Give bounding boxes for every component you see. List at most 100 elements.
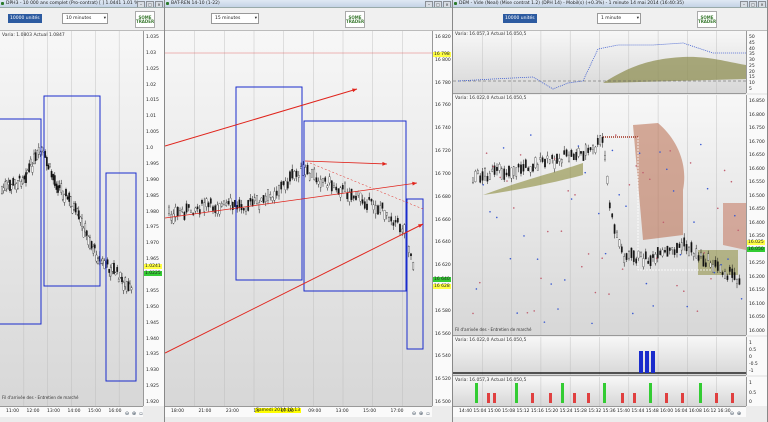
x-tick-label: 16:04: [674, 409, 688, 414]
units-box[interactable]: 10000 unités: [8, 14, 42, 23]
envelope-dot: [666, 168, 668, 171]
maximize-icon[interactable]: □: [434, 1, 442, 7]
histogram-bar: [561, 383, 564, 403]
candle-body: [625, 253, 628, 260]
timeframe-select[interactable]: 10 minutes: [62, 13, 108, 24]
window-title-bar[interactable]: BAT-REN 14-10 (1-22) – □ ×: [165, 0, 452, 8]
timeframe-select[interactable]: 15 minutes: [211, 13, 259, 24]
price-chart-svg: [165, 31, 432, 406]
candle-body: [575, 152, 578, 161]
candle-body: [352, 195, 355, 199]
close-icon[interactable]: ×: [758, 1, 766, 7]
zoom-out-icon[interactable]: ⊖: [124, 411, 130, 417]
units-box[interactable]: 10000 unités: [503, 14, 537, 23]
candle-body: [315, 177, 318, 183]
window-title-bar[interactable]: DEM - Vide (Neal) (Mise contrat 1.2) (DP…: [453, 0, 767, 8]
envelope-dot: [662, 221, 665, 224]
chart-toolbar: 10000 unités 10 minutes SOME TRADER: [0, 8, 164, 31]
candle-body: [659, 250, 662, 255]
envelope-dot: [669, 150, 671, 152]
time-axis[interactable]: Samedi 2014.10.13 18:00 21:00 23:00 14 07:00…: [165, 406, 432, 417]
price-axis[interactable]: 16.850 16.800 16.750 16.700 16.650 16.600 16.5…: [746, 95, 767, 335]
candle-body: [37, 147, 40, 155]
timeframe-select[interactable]: 1 minute: [597, 13, 641, 24]
y-tick-label: 16.850: [749, 99, 765, 104]
price-axis[interactable]: 1.035 1.03 1.025 1.02 1.015 1.01 1.005 1.0 1.995…: [143, 31, 164, 406]
maximize-icon[interactable]: □: [146, 1, 154, 7]
envelope-dot: [543, 321, 546, 323]
zoom-fit-icon[interactable]: ▫: [138, 411, 144, 417]
candle-body: [308, 173, 311, 181]
x-tick-label: 16:12: [703, 409, 717, 414]
chart-window-3[interactable]: DEM - Vide (Neal) (Mise contrat 1.2) (DP…: [453, 0, 768, 422]
y-tick-label: 45: [749, 40, 755, 46]
envelope-dot: [519, 154, 522, 156]
candle-body: [322, 178, 324, 183]
candle-body: [472, 177, 474, 183]
candle-body: [218, 203, 221, 215]
minimize-icon[interactable]: –: [740, 1, 748, 7]
broker-logo: SOME TRADER: [135, 11, 155, 28]
price-plot[interactable]: Varia: 16.022,0 Actual 16.050,5 Fil d'ar…: [453, 95, 746, 336]
time-axis[interactable]: 14:40 15:04 15:00 15:08 15:12 15:16 15:20 15:24…: [453, 406, 746, 417]
maximize-icon[interactable]: □: [749, 1, 757, 7]
indicator-axis[interactable]: 50 45 40 35 30 25 20 15 10 5: [746, 31, 767, 93]
candle-body: [172, 213, 175, 224]
x-tick-label: 09:00: [308, 409, 322, 414]
y-tick-label: 1.005: [146, 130, 159, 136]
envelope-dot: [526, 311, 529, 314]
zoom-in-icon[interactable]: ⊕: [736, 411, 742, 417]
chart-window-2[interactable]: BAT-REN 14-10 (1-22) –□× 15 minutes SOME…: [165, 0, 453, 422]
price-plot[interactable]: [165, 31, 432, 406]
candle-body: [707, 253, 710, 261]
zoom-in-icon[interactable]: ⊕: [131, 411, 137, 417]
price-plot[interactable]: Varia: 1.0803 Actual 1.0847 Fil d'arrivé…: [0, 31, 143, 406]
price-tag: 16 640: [433, 277, 451, 282]
close-icon[interactable]: ×: [155, 1, 163, 7]
close-icon[interactable]: ×: [443, 1, 451, 7]
histogram-plot[interactable]: Varia: 16.057,3 Actual 16.050,5: [453, 377, 746, 406]
signal-axis[interactable]: 1 0.5 0 -0.5 -1: [746, 337, 767, 375]
candle-body: [26, 170, 29, 173]
zoom-fit-icon[interactable]: ▫: [425, 411, 431, 417]
candle-body: [238, 199, 241, 208]
candle-body: [500, 168, 503, 180]
candle-body: [601, 136, 604, 143]
candle-body: [728, 266, 731, 272]
envelope-dot: [679, 253, 682, 256]
x-tick-label: 14:40: [459, 409, 472, 414]
candle-body: [109, 267, 112, 277]
candle-body: [632, 250, 635, 262]
candle-body: [558, 158, 561, 162]
y-tick-label: 1.990: [146, 177, 159, 183]
candle-body: [2, 187, 5, 191]
minimize-icon[interactable]: –: [425, 1, 433, 7]
candle-body: [738, 278, 741, 285]
envelope-dot: [560, 230, 563, 232]
candle-body: [474, 170, 477, 183]
footer-text: Fil d'arrivée des - Entretien de marché: [2, 395, 79, 400]
histogram-axis[interactable]: 1 0.5 0: [746, 377, 767, 406]
zoom-in-icon[interactable]: ⊕: [418, 411, 424, 417]
time-axis[interactable]: 11:00 12:00 13:00 14:00 15:00 16:00: [0, 406, 143, 417]
y-tick-label: 0: [749, 400, 752, 405]
zoom-out-icon[interactable]: ⊖: [729, 411, 735, 417]
candle-body: [592, 145, 594, 150]
indicator-plot[interactable]: Varia: 16.057,3 Actual 16.050,5: [453, 31, 746, 94]
x-tick-label: 15:24: [559, 409, 573, 414]
chart-window-1[interactable]: DPH3 - 10 000 ans complet (Pro-contrat) …: [0, 0, 165, 422]
x-tick-label: 15:00: [88, 409, 101, 414]
minimize-icon[interactable]: –: [137, 1, 145, 7]
candle-body: [196, 206, 199, 210]
candle-body: [328, 176, 331, 184]
price-axis[interactable]: 16 820 16 800 16 780 16 760 16 740 16 720 16 7…: [432, 31, 452, 406]
envelope-dot: [720, 263, 722, 266]
signal-plot[interactable]: Varia: 16.022,0 Actual 16.050,5: [453, 337, 746, 376]
envelope-dot: [533, 310, 535, 312]
envelope-dot: [601, 257, 603, 260]
candle-body: [673, 249, 676, 255]
y-tick-label: -0.5: [749, 362, 758, 367]
zoom-out-icon[interactable]: ⊖: [411, 411, 417, 417]
y-tick-label: 16.050: [749, 315, 765, 321]
window-title-bar[interactable]: DPH3 - 10 000 ans complet (Pro-contrat) …: [0, 0, 164, 8]
